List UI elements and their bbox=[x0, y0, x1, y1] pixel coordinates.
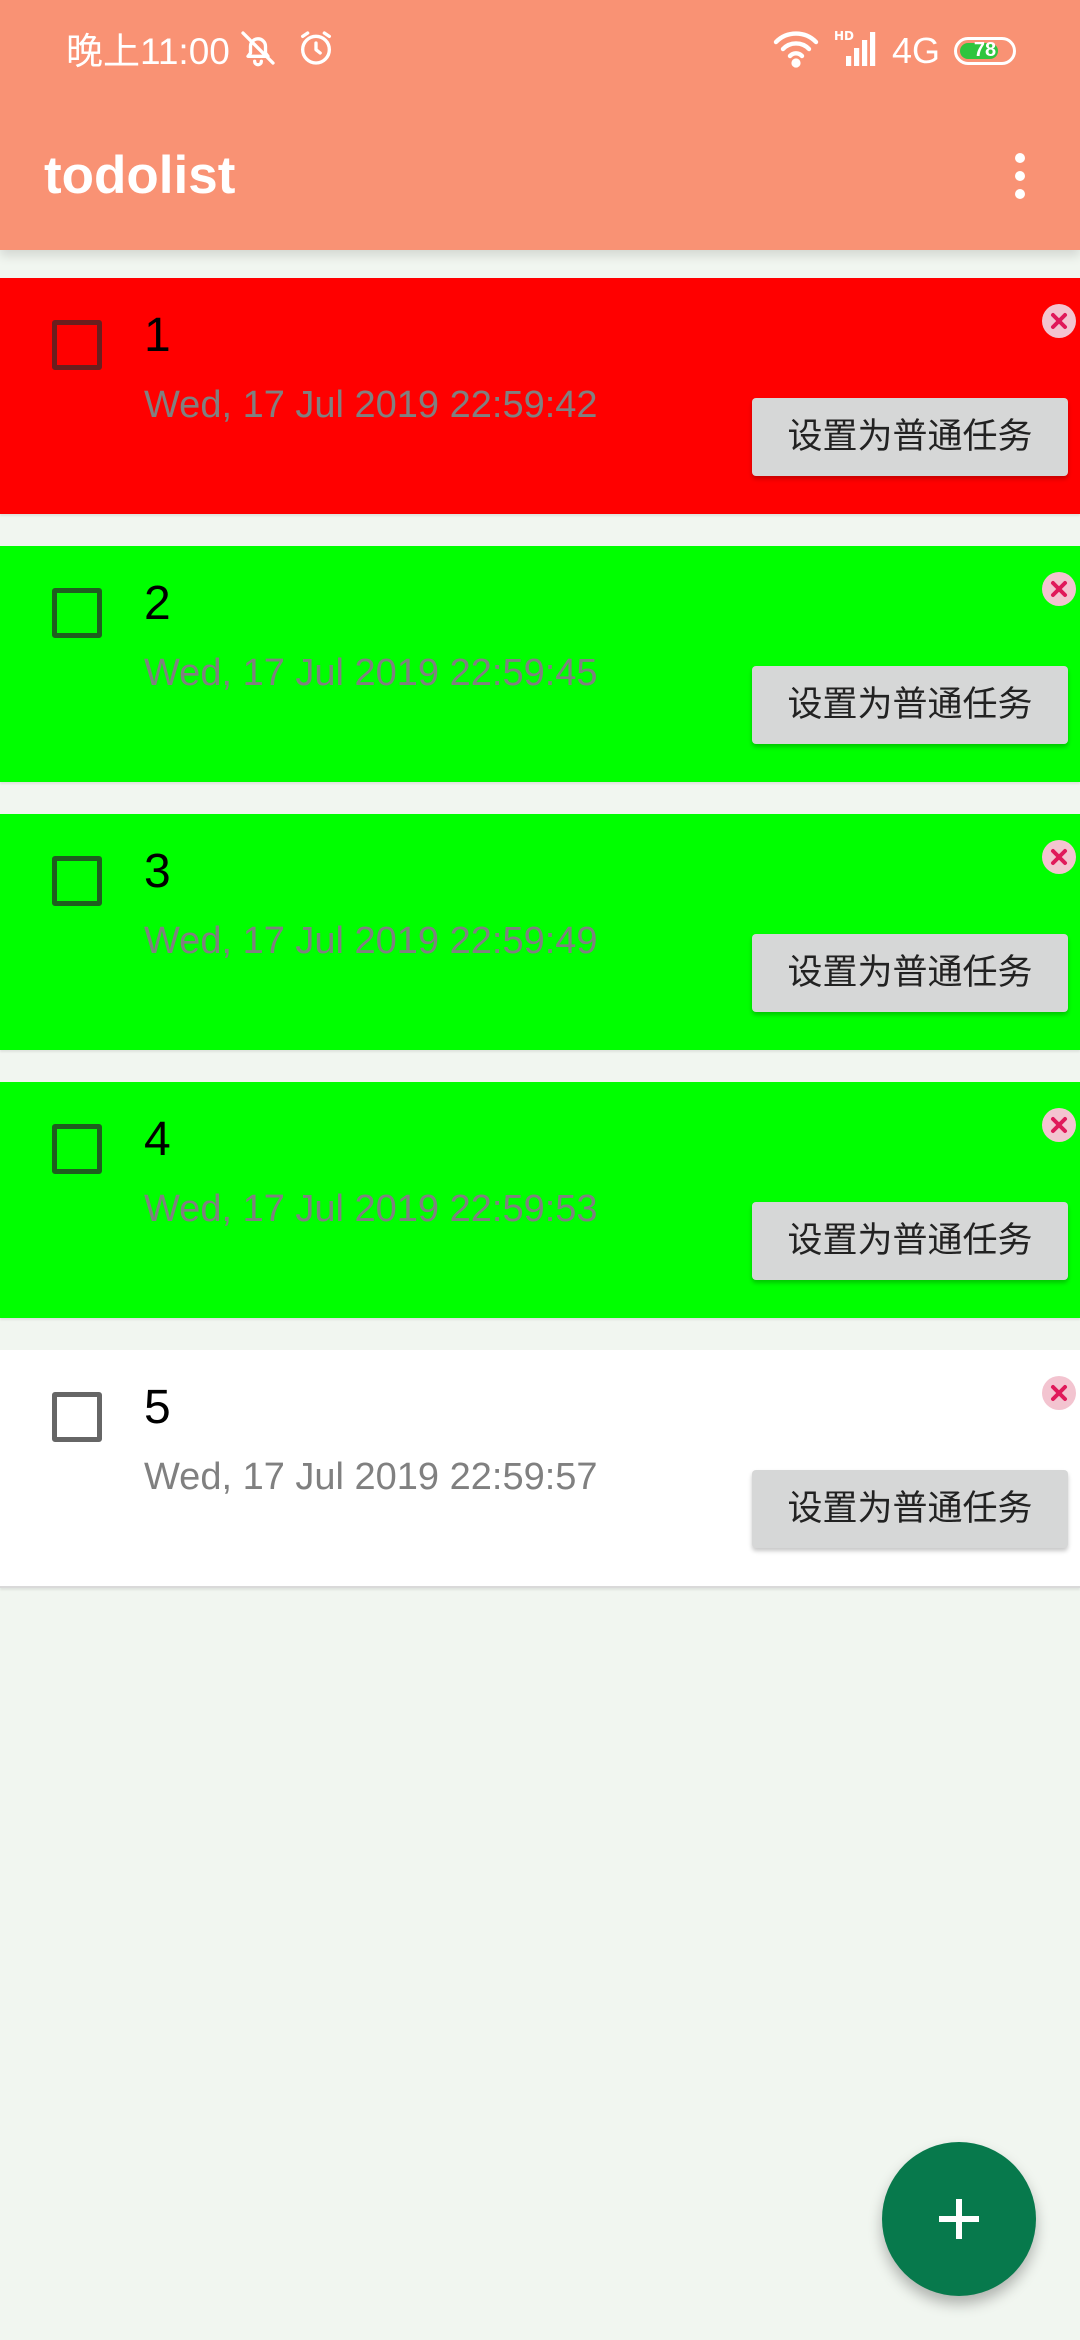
delete-task-button[interactable] bbox=[1042, 572, 1076, 606]
task-title: 3 bbox=[144, 845, 171, 898]
wifi-icon bbox=[772, 28, 820, 73]
task-date: Wed, 17 Jul 2019 22:59:49 bbox=[144, 920, 598, 962]
set-normal-task-button[interactable]: 设置为普通任务 bbox=[752, 1202, 1068, 1280]
task-row[interactable]: 2 Wed, 17 Jul 2019 22:59:45 设置为普通任务 bbox=[0, 546, 1080, 782]
add-task-button[interactable] bbox=[882, 2142, 1036, 2296]
task-title: 5 bbox=[144, 1381, 171, 1434]
signal-icon: HD bbox=[834, 28, 878, 73]
task-row[interactable]: 5 Wed, 17 Jul 2019 22:59:57 设置为普通任务 bbox=[0, 1350, 1080, 1588]
task-date: Wed, 17 Jul 2019 22:59:57 bbox=[144, 1456, 598, 1498]
task-date: Wed, 17 Jul 2019 22:59:53 bbox=[144, 1188, 598, 1230]
alarm-icon bbox=[296, 28, 336, 73]
app-title: todolist bbox=[44, 146, 236, 205]
close-icon bbox=[1051, 581, 1067, 597]
task-row[interactable]: 4 Wed, 17 Jul 2019 22:59:53 设置为普通任务 bbox=[0, 1082, 1080, 1318]
set-normal-task-button[interactable]: 设置为普通任务 bbox=[752, 934, 1068, 1012]
task-checkbox[interactable] bbox=[52, 588, 102, 638]
task-date: Wed, 17 Jul 2019 22:59:45 bbox=[144, 652, 598, 694]
task-checkbox[interactable] bbox=[52, 320, 102, 370]
task-row[interactable]: 3 Wed, 17 Jul 2019 22:59:49 设置为普通任务 bbox=[0, 814, 1080, 1050]
task-title: 4 bbox=[144, 1113, 171, 1166]
overflow-menu-button[interactable] bbox=[986, 142, 1054, 210]
task-checkbox[interactable] bbox=[52, 1124, 102, 1174]
status-bar: 晚上11:00 HD 4G 78 bbox=[0, 0, 1080, 105]
status-icons-right: HD 4G 78 bbox=[772, 28, 1016, 73]
close-icon bbox=[1051, 313, 1067, 329]
task-row[interactable]: 1 Wed, 17 Jul 2019 22:59:42 设置为普通任务 bbox=[0, 278, 1080, 514]
task-list: 1 Wed, 17 Jul 2019 22:59:42 设置为普通任务 2 Wed, 1… bbox=[0, 278, 1080, 1588]
header: 晚上11:00 HD 4G 78 todolist bbox=[0, 0, 1080, 250]
close-icon bbox=[1051, 849, 1067, 865]
close-icon bbox=[1051, 1117, 1067, 1133]
status-time: 晚上11:00 bbox=[66, 31, 230, 72]
set-normal-task-button[interactable]: 设置为普通任务 bbox=[752, 1470, 1068, 1548]
network-type: 4G bbox=[891, 29, 940, 71]
task-title: 2 bbox=[144, 577, 171, 630]
delete-task-button[interactable] bbox=[1042, 304, 1076, 338]
battery-icon: 78 bbox=[954, 36, 1016, 65]
task-title: 1 bbox=[144, 309, 171, 362]
task-date: Wed, 17 Jul 2019 22:59:42 bbox=[144, 384, 598, 426]
add-icon bbox=[939, 2199, 979, 2239]
bell-off-icon bbox=[238, 28, 278, 73]
delete-task-button[interactable] bbox=[1042, 840, 1076, 874]
set-normal-task-button[interactable]: 设置为普通任务 bbox=[752, 398, 1068, 476]
more-vert-icon bbox=[1015, 153, 1025, 199]
battery-level: 78 bbox=[973, 38, 997, 61]
close-icon bbox=[1051, 1385, 1067, 1401]
task-checkbox[interactable] bbox=[52, 1392, 102, 1442]
svg-text:HD: HD bbox=[834, 29, 854, 43]
set-normal-task-button[interactable]: 设置为普通任务 bbox=[752, 666, 1068, 744]
task-checkbox[interactable] bbox=[52, 856, 102, 906]
status-icons-left bbox=[238, 28, 336, 73]
delete-task-button[interactable] bbox=[1042, 1108, 1076, 1142]
delete-task-button[interactable] bbox=[1042, 1376, 1076, 1410]
